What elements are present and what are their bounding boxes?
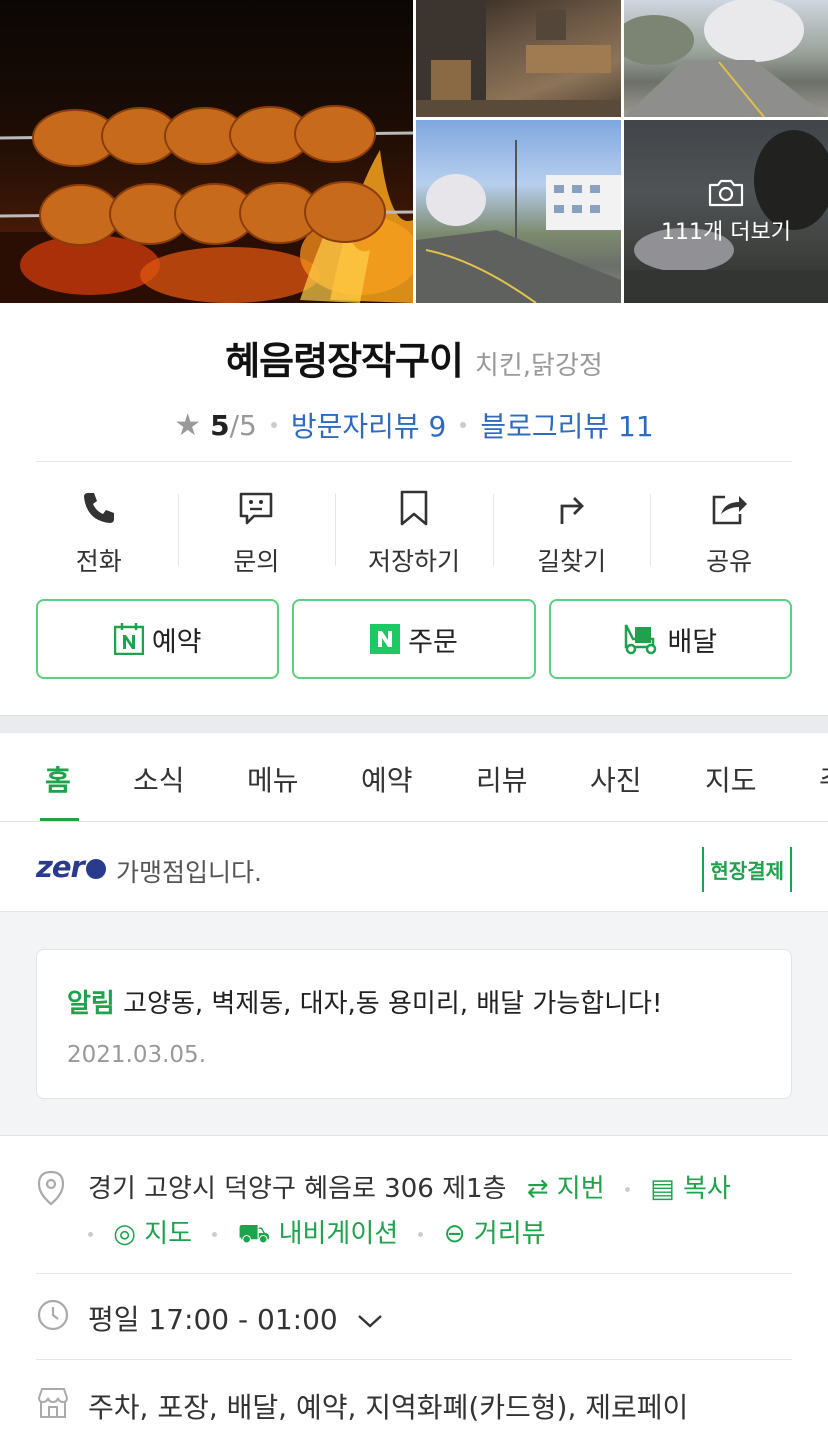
directions-icon (560, 497, 584, 524)
section-gap (0, 715, 828, 733)
separator-dot (460, 422, 467, 428)
reservation-button[interactable]: 예약 (36, 599, 280, 679)
place-category: 치킨,닭강정 (474, 351, 603, 381)
naver-n-icon (370, 624, 401, 654)
divider (36, 1359, 792, 1360)
call-button[interactable]: 전화 (20, 488, 178, 578)
notice-tag: 알림 (67, 989, 115, 1019)
notice-date: 2021.03.05. (67, 1042, 206, 1068)
inquiry-label: 문의 (233, 547, 280, 576)
order-button[interactable]: 주문 (292, 599, 536, 679)
delivery-label: 배달 (667, 626, 718, 658)
inquiry-button[interactable]: 문의 (177, 488, 336, 578)
address-text: 경기 고양시 덕양구 혜음로 306 제1층 (88, 1174, 507, 1204)
clock-icon (37, 1299, 69, 1331)
lot-number-link[interactable]: ⇄ 지번 (527, 1174, 605, 1204)
tab-review[interactable]: 리뷰 (476, 759, 528, 799)
tab-map[interactable]: 지도 (705, 759, 757, 799)
divider (36, 1273, 792, 1274)
chat-icon (240, 492, 273, 525)
onsite-payment-badge: 현장결제 (702, 847, 792, 892)
save-button[interactable]: 저장하기 (335, 488, 493, 578)
order-label: 주문 (408, 626, 458, 658)
tab-bar: 홈 소식 메뉴 예약 리뷰 사진 지도 주 (0, 733, 828, 822)
hours-text: 평일 17:00 - 01:00 (88, 1303, 338, 1336)
place-header: 혜음령장작구이 치킨,닭강정 ★ 5/5 방문자리뷰 9 블로그리뷰 11 (0, 330, 828, 445)
zeropay-banner: zer 가맹점입니다. 현장결제 (0, 823, 828, 912)
camera-icon (708, 179, 744, 207)
photo-more-label: 111개 더보기 (661, 220, 791, 245)
tab-news[interactable]: 소식 (133, 759, 185, 799)
reservation-label: 예약 (151, 626, 202, 658)
navigation-link[interactable]: ⛟ 내비게이션 (238, 1219, 399, 1249)
bookmark-icon (400, 490, 428, 526)
notice-section: 알림 고양동, 벽제동, 대자,동 용미리, 배달 가능합니다! 2021.03… (0, 912, 828, 1136)
location-pin-icon (37, 1170, 65, 1206)
notice-text-row: 알림 고양동, 벽제동, 대자,동 용미리, 배달 가능합니다! (67, 983, 662, 1020)
place-name: 혜음령장작구이 (225, 339, 464, 383)
tab-menu[interactable]: 메뉴 (247, 759, 299, 799)
tab-more[interactable]: 주 (819, 759, 828, 799)
action-bar: 전화 문의 저장하기 길찾기 공유 (20, 488, 808, 578)
star-icon: ★ (174, 407, 202, 443)
services-text: 주차, 포장, 배달, 예약, 지역화폐(카드형), 제로페이 (88, 1391, 689, 1424)
directions-label: 길찾기 (537, 547, 607, 576)
visitor-reviews-link[interactable]: 방문자리뷰 9 (291, 405, 447, 445)
photo-rotisserie-chicken[interactable] (0, 0, 413, 303)
delivery-icon (625, 624, 657, 655)
share-button[interactable]: 공유 (650, 488, 808, 578)
save-label: 저장하기 (367, 547, 460, 576)
notice-card[interactable]: 알림 고양동, 벽제동, 대자,동 용미리, 배달 가능합니다! 2021.03… (36, 949, 792, 1099)
delivery-button[interactable]: 배달 (548, 599, 792, 679)
photo-more-tile[interactable]: 111개 더보기 (624, 120, 828, 303)
tab-reservation[interactable]: 예약 (361, 759, 413, 799)
photo-more-link[interactable]: 111개 더보기 (624, 178, 828, 246)
directions-button[interactable]: 길찾기 (492, 488, 651, 578)
phone-icon (83, 493, 114, 523)
tab-photo[interactable]: 사진 (590, 759, 642, 799)
active-tab-indicator (40, 818, 79, 821)
notice-text: 고양동, 벽제동, 대자,동 용미리, 배달 가능합니다! (123, 989, 663, 1019)
streetview-link[interactable]: ⊖ 거리뷰 (444, 1219, 546, 1249)
naver-calendar-icon (113, 623, 144, 655)
share-label: 공유 (706, 547, 753, 576)
photo-interior[interactable] (416, 0, 621, 117)
rating: ★ 5/5 (174, 407, 257, 443)
photo-gallery: 111개 더보기 (0, 0, 828, 303)
share-icon (712, 495, 748, 525)
photo-road-cherry-blossom[interactable] (624, 0, 828, 117)
chevron-down-icon[interactable] (357, 1313, 383, 1329)
separator-dot (270, 422, 277, 428)
map-link[interactable]: ◎ 지도 (113, 1219, 192, 1249)
blog-reviews-link[interactable]: 블로그리뷰 11 (480, 405, 653, 445)
tab-home[interactable]: 홈 (45, 759, 71, 799)
call-label: 전화 (75, 547, 122, 576)
zeropay-logo: zer (36, 850, 106, 884)
service-buttons: 예약 주문 배달 (36, 599, 792, 679)
zeropay-o-icon (85, 859, 106, 879)
divider (36, 461, 792, 462)
copy-address-link[interactable]: ▤ 복사 (650, 1174, 731, 1204)
store-icon (37, 1388, 69, 1418)
zeropay-text: 가맹점입니다. (116, 858, 262, 887)
photo-building-street[interactable] (416, 120, 621, 303)
